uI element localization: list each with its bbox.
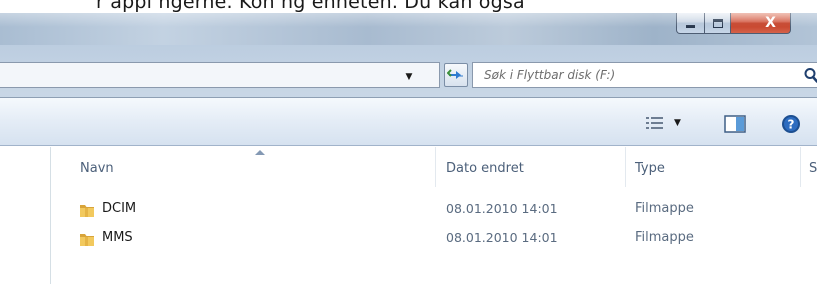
sort-ascending-icon (255, 150, 265, 155)
folder-icon (80, 234, 94, 246)
background-text: r appl ngerne. Kon ng enheten. Du kan og… (96, 0, 525, 13)
views-icon (646, 117, 663, 129)
change-view-button[interactable]: ▼ (645, 116, 681, 130)
address-history-dropdown-icon[interactable]: ▼ (402, 70, 416, 84)
column-header-date[interactable]: Dato endret (446, 147, 524, 187)
navigation-pane[interactable] (0, 147, 51, 284)
refresh-button[interactable] (444, 63, 468, 87)
file-type: Filmappe (635, 230, 694, 245)
svg-text:?: ? (788, 118, 795, 132)
column-header-name[interactable]: Navn (80, 147, 114, 187)
views-dropdown-icon[interactable]: ▼ (674, 118, 681, 128)
column-divider[interactable] (625, 147, 626, 187)
help-icon[interactable]: ? (781, 114, 801, 134)
file-row[interactable]: DCIM 08.01.2010 14:01 Filmappe (52, 198, 817, 222)
maximize-button[interactable] (705, 13, 731, 34)
column-header-size[interactable]: S (809, 147, 817, 187)
minimize-icon (686, 24, 695, 28)
file-name: DCIM (102, 201, 137, 216)
close-icon: X (765, 15, 776, 31)
column-divider[interactable] (800, 147, 801, 187)
address-bar-row: ▼ Søk i Flyttbar disk (F:) (0, 45, 817, 98)
preview-pane-icon[interactable] (724, 115, 746, 133)
minimize-button[interactable] (676, 13, 705, 34)
search-input[interactable]: Søk i Flyttbar disk (F:) (472, 62, 817, 88)
close-button[interactable]: X (731, 13, 791, 34)
background-text-strip: r appl ngerne. Kon ng enheten. Du kan og… (0, 0, 817, 13)
maximize-icon (712, 18, 723, 28)
folder-icon (80, 205, 94, 217)
column-divider[interactable] (435, 147, 436, 187)
refresh-icon (447, 69, 463, 79)
file-name: MMS (102, 230, 133, 245)
command-toolbar: ▼ ? (0, 98, 817, 146)
file-row[interactable]: MMS 08.01.2010 14:01 Filmappe (52, 227, 817, 251)
address-bar[interactable] (0, 62, 440, 88)
file-date-modified: 08.01.2010 14:01 (446, 230, 558, 245)
window-title-bar[interactable]: X (0, 13, 817, 45)
window-controls: X (676, 13, 791, 34)
column-header-row: Navn Dato endret Type S (52, 147, 817, 187)
column-header-type[interactable]: Type (635, 147, 665, 187)
search-icon[interactable] (803, 67, 817, 83)
search-placeholder: Søk i Flyttbar disk (F:) (484, 68, 616, 82)
file-type: Filmappe (635, 201, 694, 216)
file-date-modified: 08.01.2010 14:01 (446, 201, 558, 216)
